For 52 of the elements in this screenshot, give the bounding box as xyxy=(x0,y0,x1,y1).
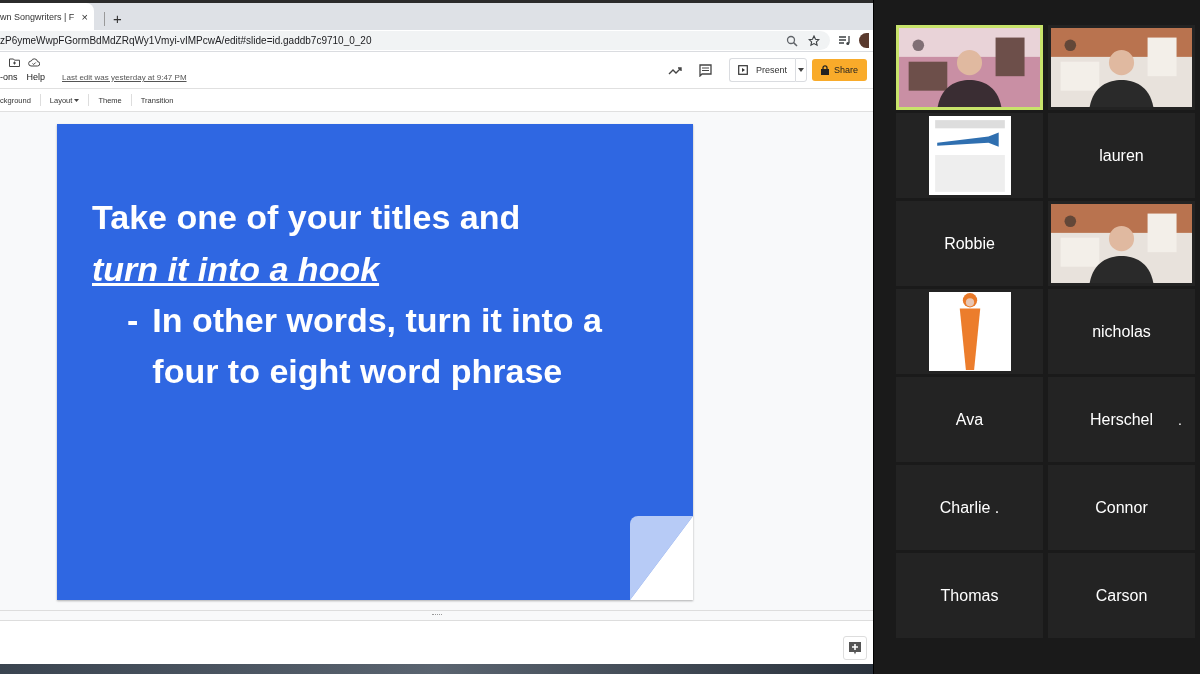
share-button[interactable]: Share xyxy=(811,59,867,82)
address-field[interactable]: zP6ymeWwpFGormBdMdZRqWy1Vmyi-vIMPcwA/edit#slide=id.gaddb7c9710_0_20 xyxy=(0,31,830,51)
resize-handle[interactable] xyxy=(431,614,442,618)
participant-tile[interactable]: Thomas xyxy=(896,553,1043,638)
participant-tile[interactable] xyxy=(896,113,1043,198)
participant-name: Ava xyxy=(955,410,984,429)
participant-name: Robbie xyxy=(944,234,995,253)
participant-tile[interactable]: nicholas xyxy=(1048,289,1195,374)
play-icon xyxy=(737,65,748,76)
media-list-icon[interactable] xyxy=(838,35,851,47)
participant-tile[interactable]: Carson xyxy=(1048,553,1195,638)
participant-name: Herschel xyxy=(1089,410,1154,429)
participant-tile[interactable] xyxy=(896,289,1043,374)
participant-name: lauren xyxy=(1099,146,1144,165)
lock-icon xyxy=(820,65,829,76)
add-note-button[interactable] xyxy=(843,636,867,661)
trend-icon[interactable] xyxy=(667,65,682,75)
caret-icon xyxy=(74,98,80,102)
participant-name: Connor xyxy=(1095,498,1148,517)
participant-tile[interactable]: Ava xyxy=(896,377,1043,462)
comment-icon[interactable] xyxy=(698,63,712,77)
last-edit-link[interactable]: Last edit was yesterday at 9:47 PM xyxy=(62,72,187,82)
profile-avatar[interactable] xyxy=(859,33,869,49)
participant-name: Charlie . xyxy=(939,498,1000,517)
new-tab-button[interactable]: + xyxy=(104,12,122,26)
participant-name: Carson xyxy=(1095,586,1148,605)
browser-tab[interactable]: wn Songwriters | F × xyxy=(0,3,94,30)
participant-tile[interactable]: Charlie . xyxy=(896,465,1043,550)
tab-title: wn Songwriters | F xyxy=(0,11,75,22)
bullet-marker: - xyxy=(127,299,139,341)
menu-item[interactable]: -ons xyxy=(0,72,18,83)
participant-name: nicholas xyxy=(1092,322,1151,341)
participant-name: Thomas xyxy=(940,586,999,605)
slide[interactable]: Take one of your titles and turn it into a hook - In other words, turn it into a four to eight word phrase xyxy=(57,123,693,600)
star-icon[interactable] xyxy=(808,34,820,47)
participant-name-suffix: . xyxy=(1178,411,1182,428)
cloud-icon[interactable] xyxy=(28,58,40,68)
participant-tile[interactable]: Robbie xyxy=(896,201,1043,286)
present-button[interactable]: Present xyxy=(728,58,795,83)
bullet-text: In other words, turn it into a four to eight word phrase xyxy=(152,299,603,392)
participant-tile[interactable]: Herschel . xyxy=(1048,377,1195,462)
zoom-icon[interactable] xyxy=(786,34,798,47)
menu-item[interactable]: Help xyxy=(26,72,46,83)
caret-icon xyxy=(797,68,804,73)
close-tab-button[interactable]: × xyxy=(81,10,88,23)
present-menu-button[interactable] xyxy=(794,58,807,83)
slide-title-line: turn it into a hook xyxy=(92,249,380,288)
slide-title-line: Take one of your titles and xyxy=(92,197,521,236)
participant-tile[interactable]: lauren xyxy=(1048,113,1195,198)
participant-tile[interactable]: Connor xyxy=(1048,465,1195,550)
folder-icon[interactable] xyxy=(9,58,20,68)
add-comment-icon xyxy=(849,641,861,655)
